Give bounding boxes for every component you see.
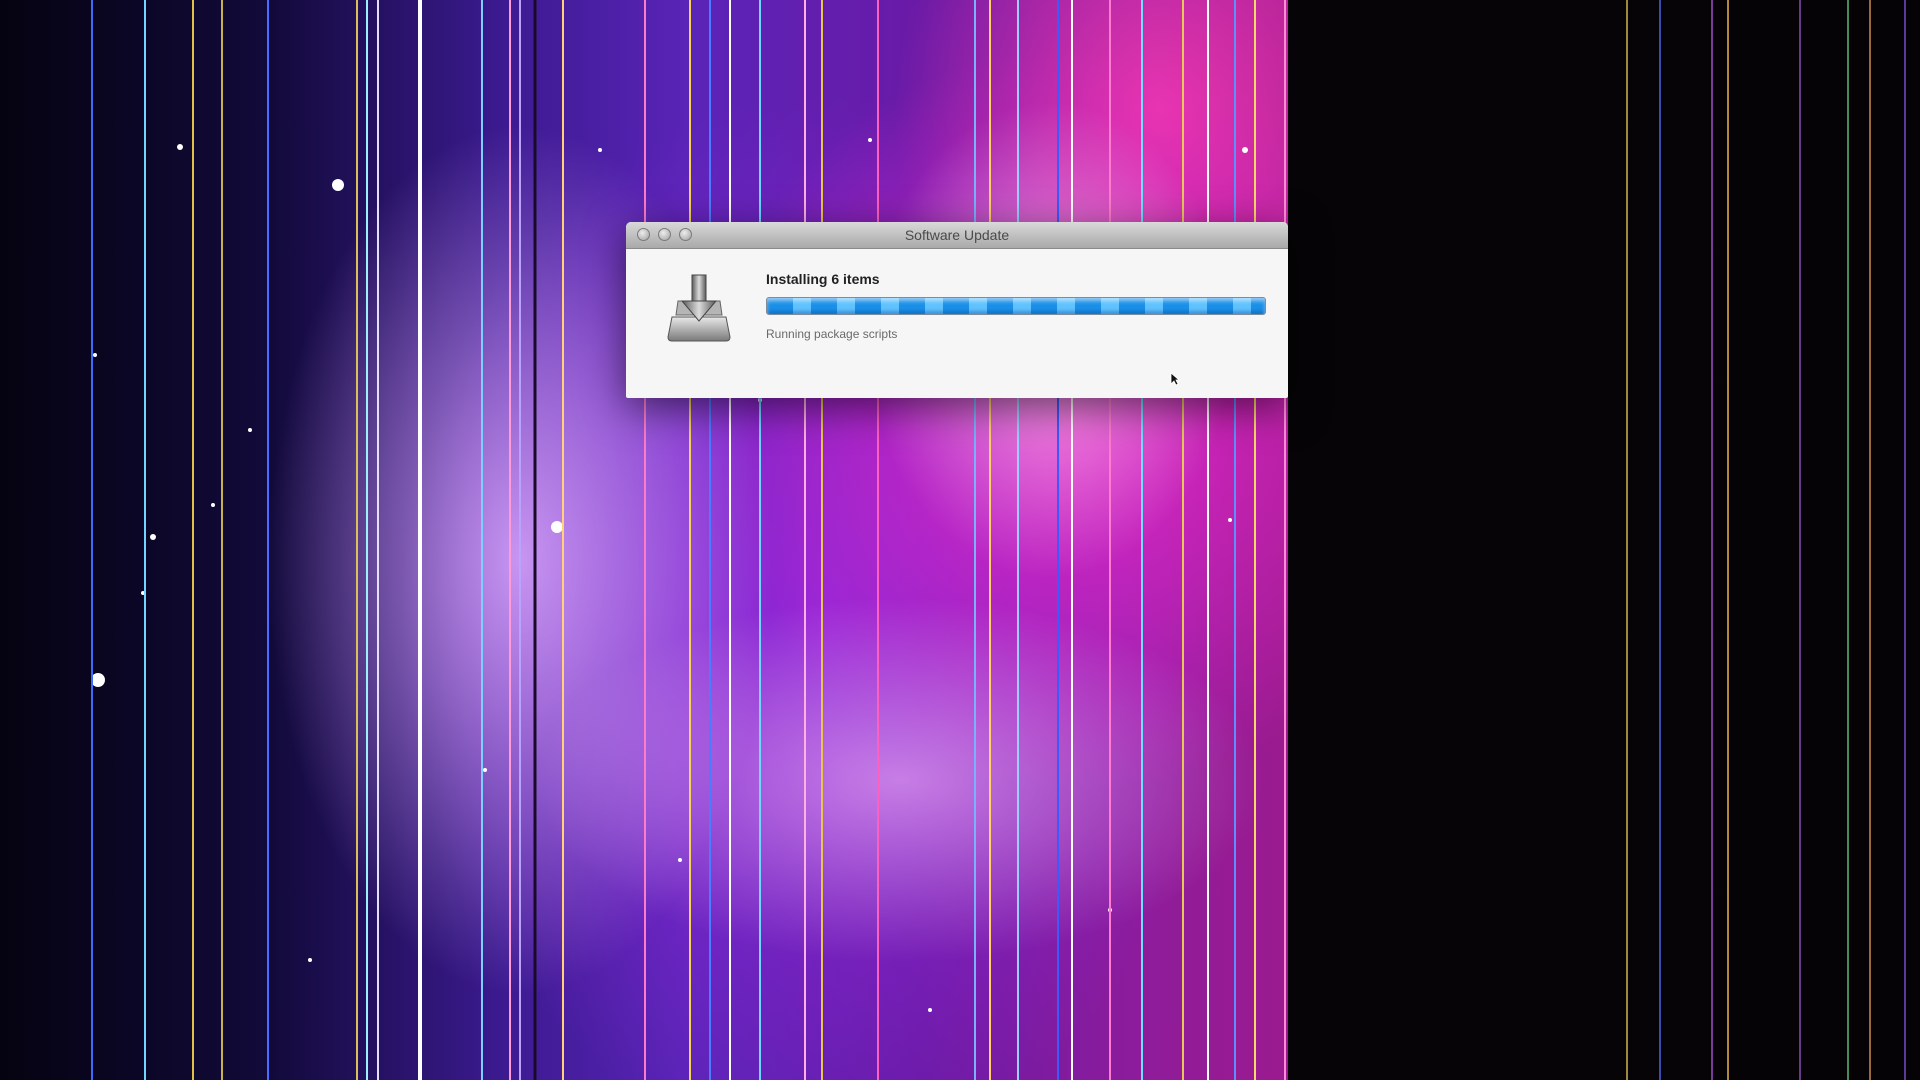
installer-disk-icon: [667, 274, 731, 342]
install-status: Running package scripts: [766, 327, 898, 341]
star: [248, 428, 252, 432]
software-update-window[interactable]: Software Update Installing 6 items Runni…: [626, 222, 1288, 398]
window-titlebar[interactable]: Software Update: [626, 222, 1288, 249]
star: [91, 673, 105, 687]
window-title: Software Update: [904, 227, 1010, 243]
dead-display-region: [1288, 0, 1920, 1080]
progress-fill: [767, 298, 1265, 314]
star: [332, 179, 344, 191]
window-content: Installing 6 items Running package scrip…: [626, 249, 1288, 398]
install-progress-bar: [766, 297, 1266, 315]
mouse-pointer-icon: [1170, 372, 1180, 386]
star: [758, 398, 762, 402]
star: [483, 768, 487, 772]
desktop-wallpaper: [0, 0, 1920, 1080]
star: [150, 534, 156, 540]
star: [308, 958, 312, 962]
star: [928, 1008, 932, 1012]
star: [1108, 908, 1112, 912]
star: [551, 521, 563, 533]
install-heading: Installing 6 items: [766, 271, 880, 287]
star: [678, 858, 682, 862]
star: [868, 138, 872, 142]
star: [418, 238, 422, 242]
star: [211, 503, 215, 507]
star: [598, 148, 602, 152]
star: [141, 591, 145, 595]
star: [177, 144, 183, 150]
star: [1242, 147, 1248, 153]
star: [93, 353, 97, 357]
star: [1228, 518, 1232, 522]
